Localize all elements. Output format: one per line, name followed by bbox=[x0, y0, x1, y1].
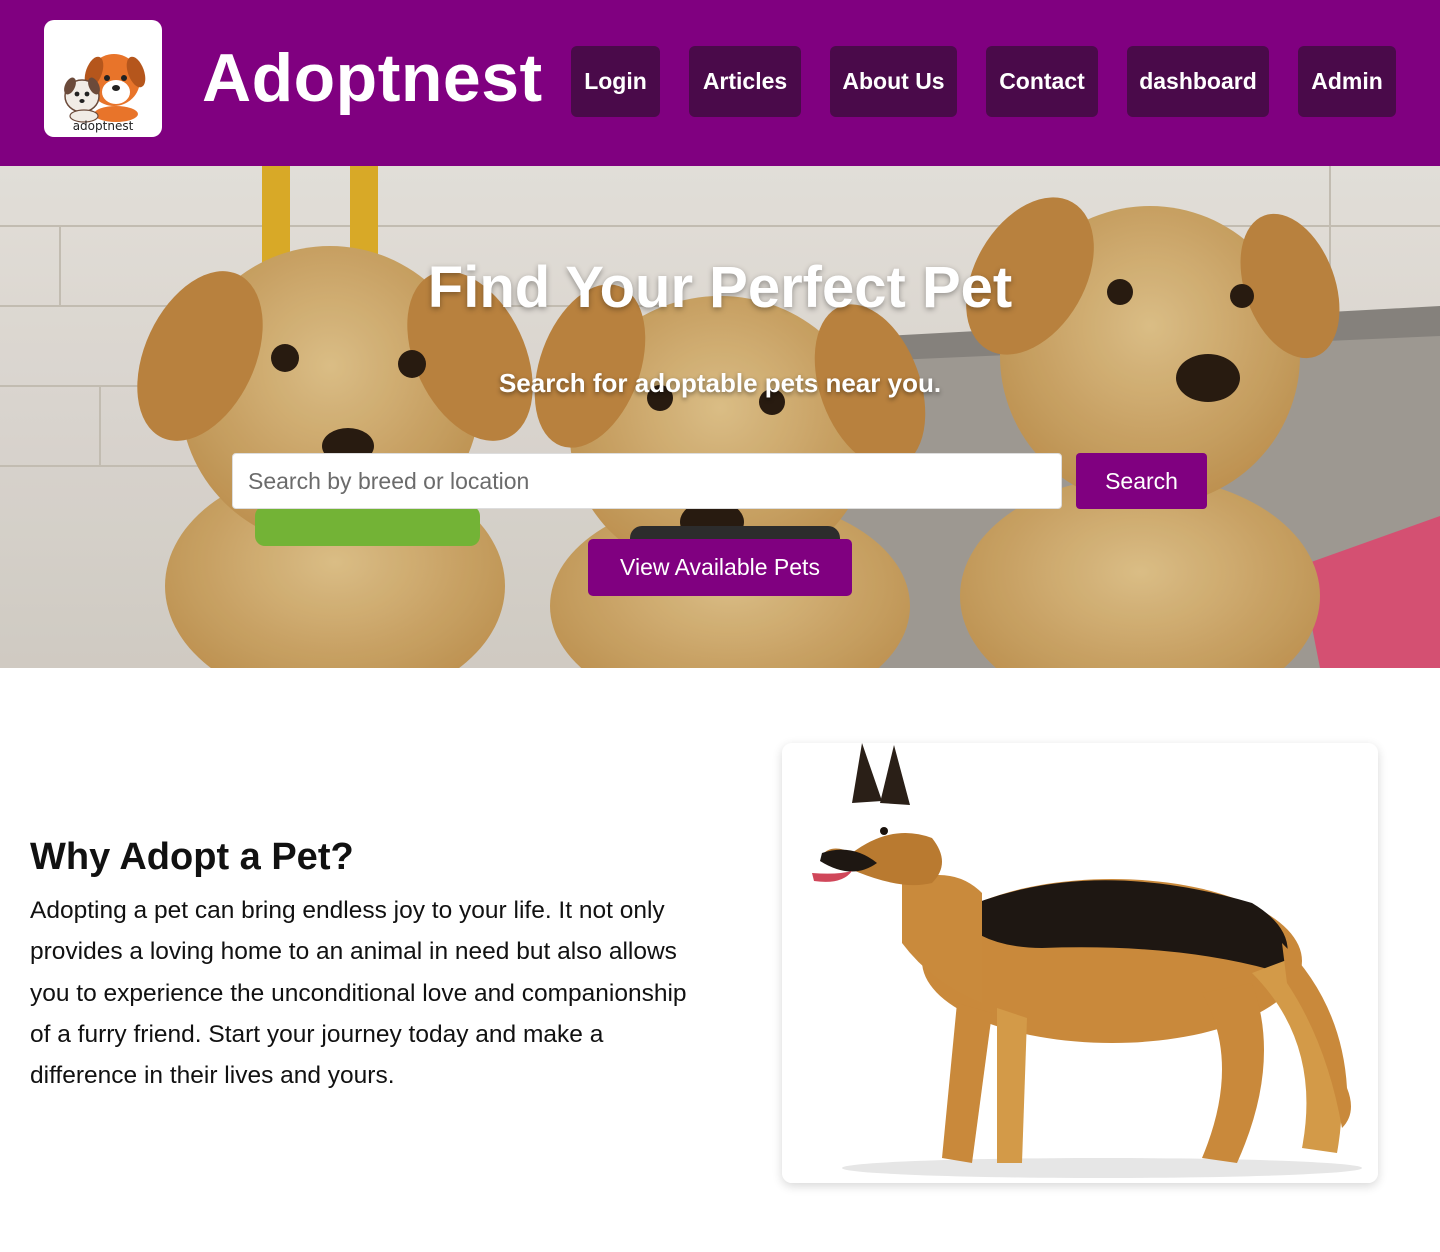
logo[interactable]: adoptnest bbox=[44, 20, 162, 137]
nav-contact[interactable]: Contact bbox=[986, 46, 1098, 117]
site-header: adoptnest Adoptnest Login Articles About… bbox=[0, 0, 1440, 166]
nav-admin[interactable]: Admin bbox=[1298, 46, 1396, 117]
why-adopt-heading: Why Adopt a Pet? bbox=[30, 836, 354, 878]
search-button[interactable]: Search bbox=[1076, 453, 1207, 509]
german-shepherd-icon bbox=[782, 743, 1378, 1183]
brand-title[interactable]: Adoptnest bbox=[202, 36, 543, 120]
nav-about-us[interactable]: About Us bbox=[830, 46, 957, 117]
nav-articles[interactable]: Articles bbox=[689, 46, 801, 117]
hero-section: Find Your Perfect Pet Search for adoptab… bbox=[0, 166, 1440, 668]
nav-dashboard[interactable]: dashboard bbox=[1127, 46, 1269, 117]
german-shepherd-image bbox=[782, 743, 1378, 1183]
why-adopt-text: Adopting a pet can bring endless joy to … bbox=[30, 897, 687, 1090]
search-input[interactable] bbox=[232, 453, 1062, 509]
hero-title: Find Your Perfect Pet bbox=[427, 255, 1013, 320]
view-available-pets-button[interactable]: View Available Pets bbox=[588, 539, 852, 596]
logo-text: adoptnest bbox=[72, 119, 134, 133]
nav-login[interactable]: Login bbox=[571, 46, 660, 117]
hero-subtitle: Search for adoptable pets near you. bbox=[498, 368, 942, 398]
